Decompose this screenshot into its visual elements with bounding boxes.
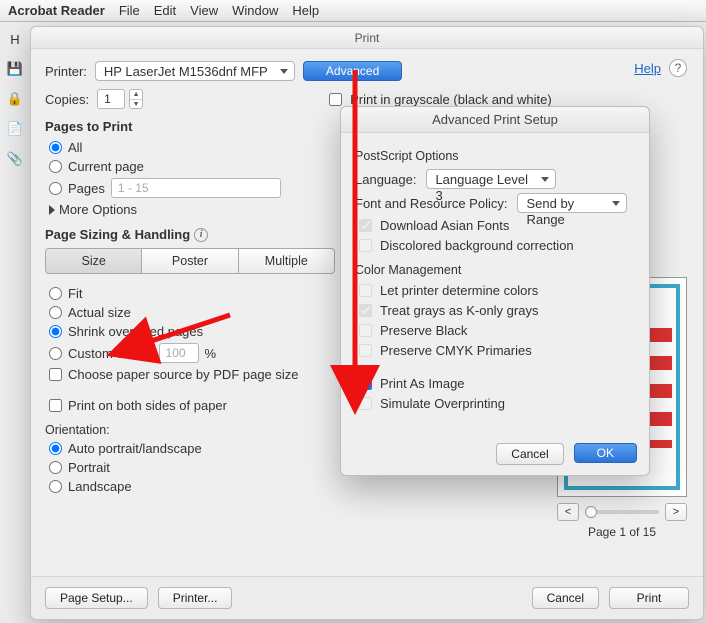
radio-portrait[interactable] <box>49 461 62 474</box>
preserve-cmyk-checkbox <box>359 344 372 357</box>
language-select[interactable]: Language Level 3 <box>426 169 556 189</box>
radio-landscape[interactable] <box>49 480 62 493</box>
copies-input[interactable] <box>97 89 125 109</box>
advanced-button[interactable]: Advanced <box>303 61 402 81</box>
page-slider[interactable] <box>585 510 659 514</box>
radio-current[interactable] <box>49 160 62 173</box>
menu-help[interactable]: Help <box>292 3 319 18</box>
menu-bar: Acrobat Reader File Edit View Window Hel… <box>0 0 706 22</box>
advanced-print-dialog: Advanced Print Setup PostScript Options … <box>340 106 650 476</box>
radio-all[interactable] <box>49 141 62 154</box>
print-as-image-checkbox[interactable] <box>359 377 372 390</box>
page-icon[interactable]: 📄 <box>4 118 26 140</box>
printer-button[interactable]: Printer... <box>158 587 233 609</box>
cancel-button[interactable]: Cancel <box>532 587 599 609</box>
simulate-overprint-checkbox <box>359 397 372 410</box>
next-page-button[interactable]: > <box>665 503 687 521</box>
info-icon[interactable]: i <box>194 228 208 242</box>
treat-gray-checkbox <box>359 304 372 317</box>
copies-stepper[interactable]: ▲▼ <box>129 89 143 109</box>
menu-window[interactable]: Window <box>232 3 278 18</box>
tab-multiple[interactable]: Multiple <box>239 248 335 274</box>
font-policy-select[interactable]: Send by Range <box>517 193 627 213</box>
radio-actual[interactable] <box>49 306 62 319</box>
adv-ok-button[interactable]: OK <box>574 443 637 463</box>
save-icon[interactable]: 💾 <box>4 58 26 80</box>
radio-fit[interactable] <box>49 287 62 300</box>
attach-icon[interactable]: 📎 <box>4 148 26 170</box>
copies-label: Copies: <box>45 92 89 107</box>
printer-select[interactable]: HP LaserJet M1536dnf MFP <box>95 61 295 81</box>
print-button[interactable]: Print <box>609 587 689 609</box>
custom-scale-input[interactable] <box>159 343 199 363</box>
help-link[interactable]: Help <box>634 61 661 76</box>
preserve-black-checkbox <box>359 324 372 337</box>
printer-label: Printer: <box>45 64 87 79</box>
pages-range-input[interactable] <box>111 178 281 198</box>
both-sides-checkbox[interactable] <box>49 399 62 412</box>
lock-icon[interactable]: 🔒 <box>4 88 26 110</box>
help-icon[interactable]: ? <box>669 59 687 77</box>
choose-paper-checkbox[interactable] <box>49 368 62 381</box>
grayscale-label: Print in grayscale (black and white) <box>350 92 552 107</box>
menu-file[interactable]: File <box>119 3 140 18</box>
let-printer-checkbox <box>359 284 372 297</box>
menu-edit[interactable]: Edit <box>154 3 176 18</box>
radio-auto-orient[interactable] <box>49 442 62 455</box>
home-icon[interactable]: H <box>4 28 26 50</box>
discolor-checkbox <box>359 239 372 252</box>
disclosure-triangle-icon <box>49 205 55 215</box>
tab-poster[interactable]: Poster <box>142 248 238 274</box>
color-mgmt-head: Color Management <box>355 263 635 277</box>
dialog-title: Print <box>31 27 703 49</box>
language-label: Language: <box>355 172 416 187</box>
grayscale-checkbox[interactable] <box>329 93 342 106</box>
font-policy-label: Font and Resource Policy: <box>355 196 507 211</box>
page-indicator: Page 1 of 15 <box>557 525 687 539</box>
postscript-head: PostScript Options <box>355 149 635 163</box>
radio-shrink[interactable] <box>49 325 62 338</box>
dl-asian-checkbox <box>359 219 372 232</box>
app-name: Acrobat Reader <box>8 3 105 18</box>
adv-cancel-button[interactable]: Cancel <box>496 443 563 465</box>
left-tool-icons: H 💾 🔒 📄 📎 <box>4 28 26 170</box>
prev-page-button[interactable]: < <box>557 503 579 521</box>
radio-pages[interactable] <box>49 182 62 195</box>
advanced-title: Advanced Print Setup <box>341 107 649 133</box>
tab-size[interactable]: Size <box>45 248 142 274</box>
page-setup-button[interactable]: Page Setup... <box>45 587 148 609</box>
sizing-head: Page Sizing & Handling <box>45 227 190 242</box>
radio-custom[interactable] <box>49 347 62 360</box>
menu-view[interactable]: View <box>190 3 218 18</box>
